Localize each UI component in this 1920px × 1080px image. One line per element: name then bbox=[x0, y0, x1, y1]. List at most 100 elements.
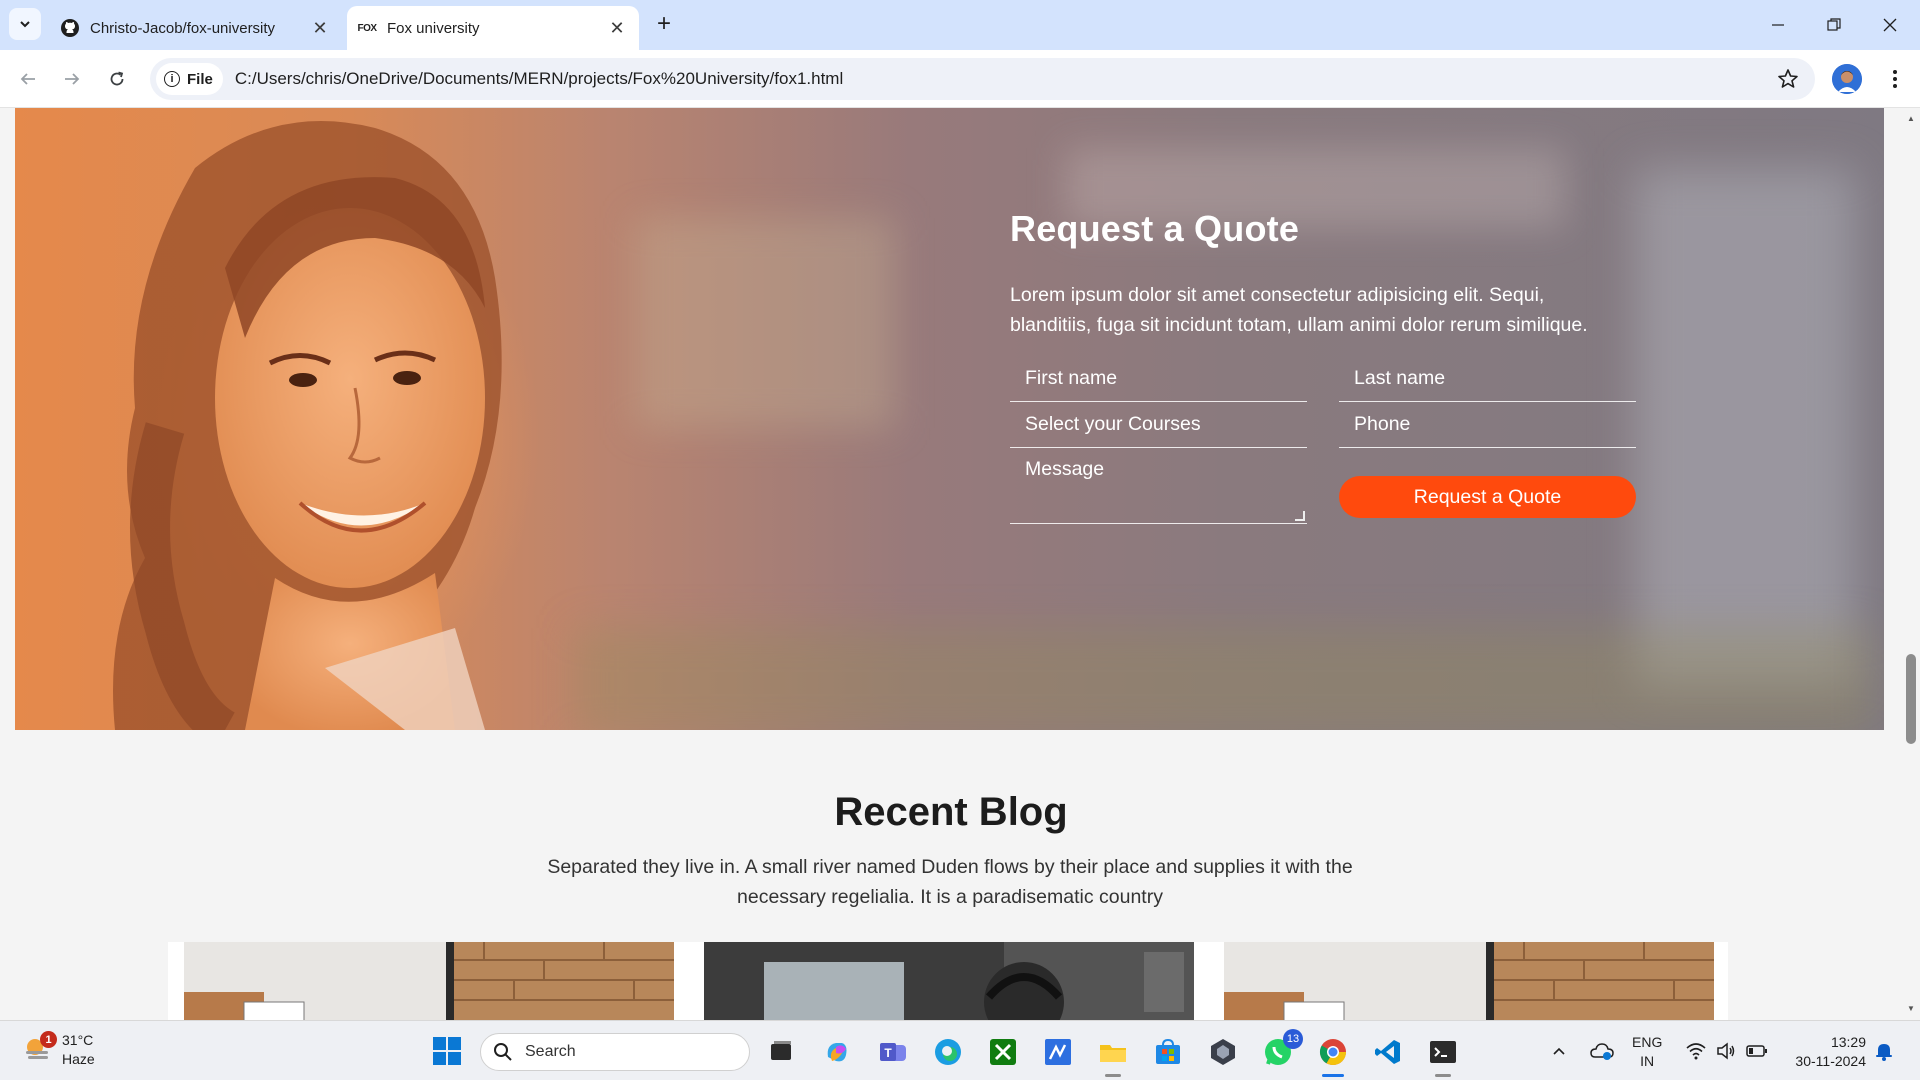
message-textarea[interactable]: Message bbox=[1010, 448, 1307, 524]
arrow-right-icon bbox=[65, 73, 80, 85]
show-hidden-icons-button[interactable] bbox=[1551, 1021, 1567, 1080]
message-placeholder: Message bbox=[1025, 458, 1105, 480]
profile-avatar[interactable] bbox=[1832, 64, 1862, 94]
avatar-icon bbox=[1832, 64, 1862, 94]
blog-card-image[interactable] bbox=[1224, 942, 1714, 1020]
fox-logo-text: FOX bbox=[357, 22, 377, 34]
recent-blog-section: Recent Blog Separated they live in. A sm… bbox=[0, 730, 1902, 1020]
address-bar[interactable]: i File C:/Users/chris/OneDrive/Documents… bbox=[150, 58, 1815, 100]
input-language-indicator[interactable]: ENG IN bbox=[1632, 1033, 1662, 1071]
browser-menu-button[interactable] bbox=[1880, 64, 1910, 94]
scroll-up-arrow-icon[interactable]: ▲ bbox=[1906, 114, 1916, 123]
svg-text:T: T bbox=[884, 1046, 892, 1060]
active-app-indicator bbox=[1322, 1074, 1344, 1077]
quote-form: Request a Quote Lorem ipsum dolor sit am… bbox=[1010, 208, 1636, 524]
blog-subtitle: Separated they live in. A small river na… bbox=[547, 856, 1353, 908]
vscode-icon[interactable] bbox=[1371, 1035, 1405, 1069]
close-icon bbox=[1883, 18, 1897, 32]
blog-photo-brick-wall bbox=[184, 942, 674, 1020]
chevron-up-icon bbox=[1553, 1047, 1565, 1055]
wifi-icon[interactable] bbox=[1686, 1021, 1706, 1080]
file-explorer-icon[interactable] bbox=[1096, 1035, 1130, 1077]
more-vertical-icon bbox=[1893, 70, 1897, 88]
notifications-bell-icon[interactable] bbox=[1874, 1021, 1894, 1080]
back-button[interactable] bbox=[12, 63, 44, 95]
weather-haze-icon: 1 bbox=[22, 1031, 57, 1065]
whatsapp-unread-badge: 13 bbox=[1283, 1029, 1303, 1049]
restore-icon bbox=[1827, 18, 1841, 31]
search-label: Search bbox=[525, 1043, 576, 1060]
page-scrollbar[interactable]: ▲ ▼ bbox=[1902, 108, 1920, 1020]
last-name-input[interactable]: Last name bbox=[1339, 356, 1636, 402]
chrome-icon[interactable] bbox=[1316, 1035, 1350, 1077]
tab-search-button[interactable] bbox=[9, 8, 41, 40]
forward-button[interactable] bbox=[56, 63, 88, 95]
scrollbar-thumb[interactable] bbox=[1906, 654, 1916, 744]
background-blur bbox=[1635, 168, 1855, 688]
resize-handle-icon[interactable] bbox=[1295, 511, 1305, 521]
vscode-insiders-icon[interactable] bbox=[1041, 1035, 1075, 1069]
scroll-down-arrow-icon[interactable]: ▼ bbox=[1906, 1004, 1916, 1013]
phone-input[interactable]: Phone bbox=[1339, 402, 1636, 448]
xbox-icon[interactable] bbox=[986, 1035, 1020, 1069]
language-code: ENG bbox=[1632, 1034, 1663, 1050]
windows-start-icon[interactable] bbox=[432, 1036, 462, 1066]
bookmark-star-icon[interactable] bbox=[1777, 68, 1799, 90]
blog-photo-headphones bbox=[704, 942, 1194, 1020]
tab-fox-university[interactable]: FOX Fox university ✕ bbox=[347, 6, 639, 50]
blog-card-list bbox=[168, 942, 1728, 1020]
blog-card-image[interactable] bbox=[184, 942, 674, 1020]
teams-icon[interactable]: T bbox=[876, 1035, 910, 1069]
reload-button[interactable] bbox=[101, 63, 133, 95]
weather-description: Haze bbox=[62, 1051, 95, 1067]
windows-taskbar: 1 31°C Haze Search T 13 ENG IN 13:29 30-… bbox=[0, 1020, 1920, 1080]
reload-icon bbox=[110, 71, 124, 86]
tab-title: Christo-Jacob/fox-university bbox=[90, 19, 276, 37]
weather-text: 31°C Haze bbox=[62, 1031, 95, 1069]
courses-select[interactable]: Select your Courses bbox=[1010, 402, 1307, 448]
terminal-icon[interactable] bbox=[1426, 1035, 1460, 1077]
close-tab-icon[interactable]: ✕ bbox=[607, 18, 627, 38]
weather-temperature: 31°C bbox=[62, 1032, 94, 1048]
microsoft-store-icon[interactable] bbox=[1151, 1035, 1185, 1069]
copilot-icon[interactable] bbox=[820, 1035, 854, 1069]
first-name-input[interactable]: First name bbox=[1010, 356, 1307, 402]
new-tab-button[interactable]: + bbox=[650, 10, 678, 38]
weather-notification-badge: 1 bbox=[40, 1031, 57, 1048]
weather-widget[interactable]: 1 31°C Haze bbox=[22, 1031, 95, 1069]
obs-icon[interactable] bbox=[1206, 1035, 1240, 1069]
minimize-button[interactable] bbox=[1750, 0, 1806, 50]
url-text[interactable]: C:/Users/chris/OneDrive/Documents/MERN/p… bbox=[235, 69, 843, 89]
taskbar-search-box[interactable]: Search bbox=[480, 1033, 750, 1071]
quote-title: Request a Quote bbox=[1010, 208, 1300, 249]
quote-description: Lorem ipsum dolor sit amet consectetur a… bbox=[1010, 284, 1588, 336]
volume-icon[interactable] bbox=[1716, 1021, 1736, 1080]
close-tab-icon[interactable]: ✕ bbox=[310, 18, 330, 38]
blog-title: Recent Blog bbox=[834, 790, 1068, 834]
blog-card-image[interactable] bbox=[704, 942, 1194, 1020]
form-row: Message Request a Quote bbox=[1010, 448, 1636, 524]
system-clock[interactable]: 13:29 30-11-2024 bbox=[1782, 1033, 1866, 1071]
request-quote-button[interactable]: Request a Quote bbox=[1339, 476, 1636, 518]
tab-title: Fox university bbox=[387, 19, 480, 37]
search-icon bbox=[494, 1043, 512, 1061]
whatsapp-icon[interactable]: 13 bbox=[1261, 1029, 1303, 1069]
close-window-button[interactable] bbox=[1862, 0, 1918, 50]
edge-icon[interactable] bbox=[931, 1035, 965, 1069]
browser-toolbar: i File C:/Users/chris/OneDrive/Documents… bbox=[0, 50, 1920, 108]
fox-logo-icon: FOX bbox=[357, 18, 377, 38]
onedrive-sync-icon[interactable] bbox=[1590, 1021, 1614, 1080]
browser-tab-strip: Christo-Jacob/fox-university ✕ FOX Fox u… bbox=[0, 0, 1920, 50]
restore-button[interactable] bbox=[1806, 0, 1862, 50]
battery-icon[interactable] bbox=[1746, 1021, 1768, 1080]
minimize-icon bbox=[1772, 24, 1784, 26]
quote-section: Request a Quote Lorem ipsum dolor sit am… bbox=[15, 108, 1884, 730]
task-view-icon[interactable] bbox=[764, 1035, 798, 1069]
tab-github[interactable]: Christo-Jacob/fox-university ✕ bbox=[50, 6, 342, 50]
clock-time: 13:29 bbox=[1830, 1034, 1866, 1050]
running-indicator bbox=[1435, 1074, 1451, 1077]
site-info-chip[interactable]: i File bbox=[156, 63, 223, 95]
page-viewport: Request a Quote Lorem ipsum dolor sit am… bbox=[0, 108, 1902, 1020]
github-icon bbox=[60, 18, 80, 38]
background-blur bbox=[635, 218, 895, 428]
